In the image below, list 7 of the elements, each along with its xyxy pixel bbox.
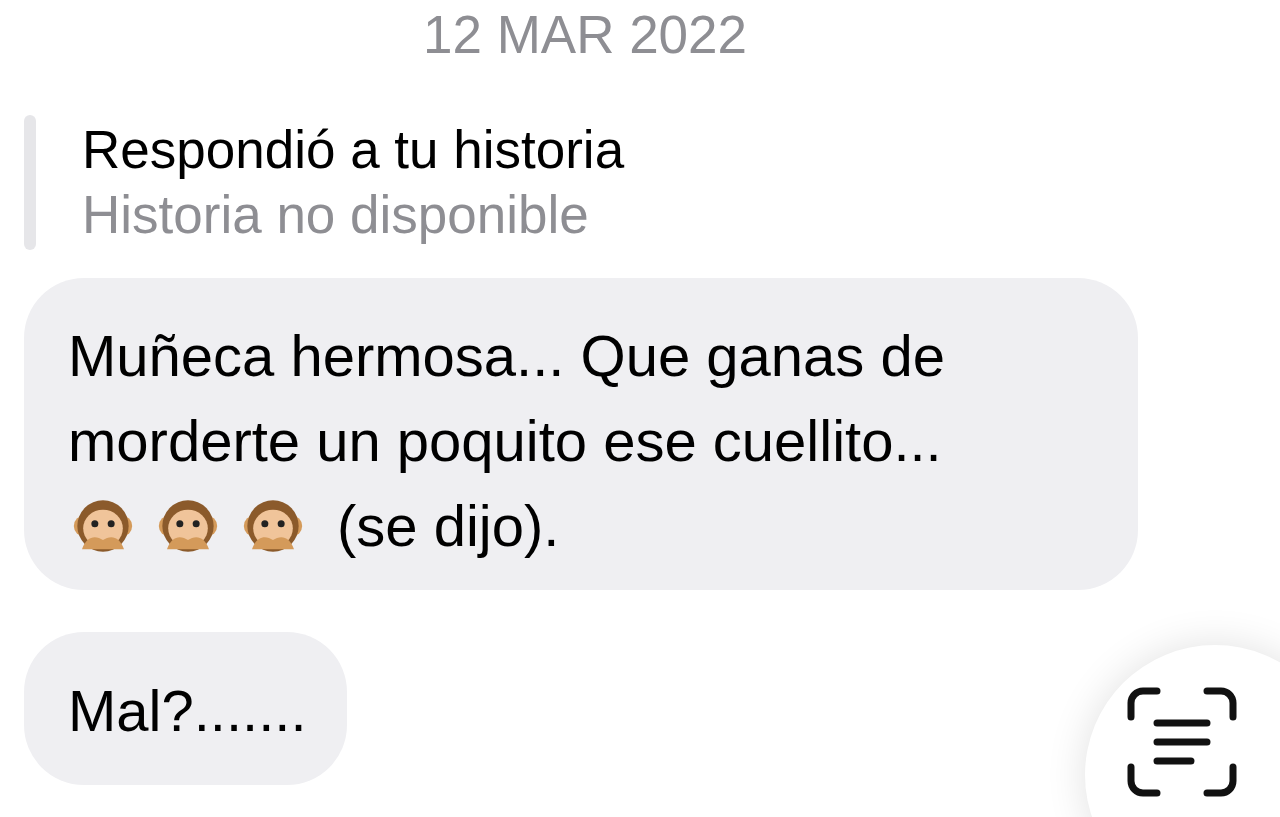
message-text: Mal?....... [68, 677, 307, 745]
message-text: Muñeca hermosa... Que ganas de morderte un poquito ese cuellito... [68, 322, 946, 475]
story-reply-label: Respondió a tu historia [82, 119, 625, 181]
story-status: Historia no disponible [82, 184, 590, 246]
date-divider: 12 MAR 2022 [422, 4, 748, 66]
text-scan-icon [1127, 687, 1237, 797]
message-text: (se dijo). [337, 492, 560, 560]
